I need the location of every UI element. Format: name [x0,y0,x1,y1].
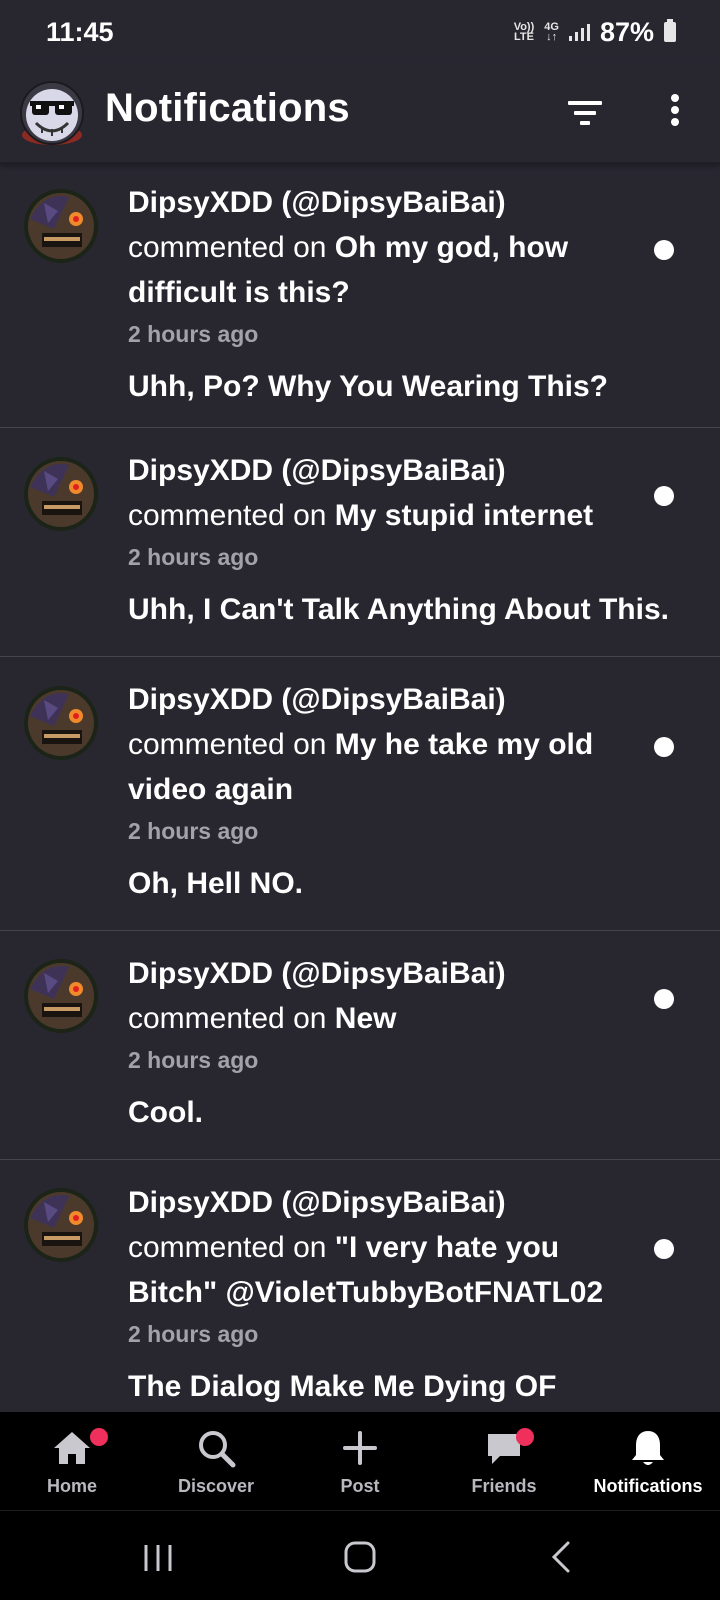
user-avatar[interactable] [24,686,98,760]
filter-icon[interactable] [566,94,606,134]
unread-indicator [654,989,674,1009]
battery-icon [664,19,676,42]
unread-indicator [654,486,674,506]
system-navigation-bar [0,1510,720,1600]
notification-content: DipsyXDD (@DipsyBaiBai) commented on New… [128,951,648,1133]
notification-timestamp: 2 hours ago [128,544,259,570]
notification-action: commented on [128,728,335,761]
bottom-nav: Home Discover Post Friends Notifications [0,1412,720,1510]
friends-badge [516,1428,534,1446]
notification-item[interactable]: DipsyXDD (@DipsyBaiBai) commented on New… [0,931,720,1160]
volte-indicator: Vo)) LTE [513,22,535,43]
nav-label-home: Home [46,1476,97,1496]
nav-label-friends: Friends [471,1476,537,1496]
user-avatar[interactable] [24,189,98,263]
notification-comment-text: Uhh, I Can't Talk Anything About This. [128,593,669,626]
nav-friends[interactable]: Friends [432,1412,576,1510]
notification-content: DipsyXDD (@DipsyBaiBai) commented on Oh … [128,180,648,407]
notification-timestamp: 2 hours ago [128,1047,259,1073]
search-icon [199,1431,236,1468]
notification-comment-text: Uhh, Po? Why You Wearing This? [128,370,608,403]
notification-username[interactable]: DipsyXDD (@DipsyBaiBai) [128,957,506,990]
volte-bottom: LTE [513,31,534,43]
notification-post-title[interactable]: New [335,1002,397,1035]
user-avatar[interactable] [24,457,98,531]
notification-action: commented on [128,1231,335,1264]
network-bottom: ↓↑ [546,31,558,43]
user-avatar[interactable] [24,1188,98,1262]
notification-item[interactable]: DipsyXDD (@DipsyBaiBai) commented on My … [0,428,720,657]
nav-discover[interactable]: Discover [144,1412,288,1510]
page-title: Notifications [105,86,350,130]
notification-username[interactable]: DipsyXDD (@DipsyBaiBai) [128,683,506,716]
notification-timestamp: 2 hours ago [128,818,259,844]
home-icon [54,1432,90,1464]
status-bar: 11:45 Vo)) LTE 4G ↓↑ 87% [0,0,720,64]
notification-post-title-cont[interactable]: difficult is this? [128,276,350,309]
app-logo-icon[interactable] [18,79,86,147]
nav-label-discover: Discover [177,1476,255,1496]
notification-username[interactable]: DipsyXDD (@DipsyBaiBai) [128,454,506,487]
status-time: 11:45 [46,16,114,47]
notification-post-title-cont[interactable]: Bitch" @VioletTubbyBotFNATL02 [128,1276,603,1309]
notification-item[interactable]: DipsyXDD (@DipsyBaiBai) commented on "I … [0,1160,720,1412]
unread-indicator [654,737,674,757]
bell-icon [632,1431,664,1465]
notification-item[interactable]: DipsyXDD (@DipsyBaiBai) commented on Oh … [0,164,720,428]
notification-post-title-cont[interactable]: video again [128,773,293,806]
signal-icon [568,23,590,41]
app-header: Notifications [0,64,720,164]
notification-comment-text: Cool. [128,1096,203,1129]
notification-comment-text: The Dialog Make Me Dying OF [128,1370,557,1403]
nav-label-post: Post [340,1476,380,1496]
notification-timestamp: 2 hours ago [128,1321,259,1347]
notification-list[interactable]: DipsyXDD (@DipsyBaiBai) commented on Oh … [0,164,720,1412]
notification-post-title[interactable]: "I very hate you [335,1231,559,1264]
notification-action: commented on [128,231,335,264]
status-icons: Vo)) LTE 4G ↓↑ 87% [514,17,676,48]
notification-action: commented on [128,1002,335,1035]
notification-comment-text: Oh, Hell NO. [128,867,304,900]
nav-notifications[interactable]: Notifications [576,1412,720,1510]
notification-content: DipsyXDD (@DipsyBaiBai) commented on "I … [128,1180,648,1407]
notification-content: DipsyXDD (@DipsyBaiBai) commented on My … [128,448,669,630]
network-type-indicator: 4G ↓↑ [544,22,559,43]
back-icon[interactable] [538,1533,586,1581]
plus-icon [343,1431,377,1465]
nav-home[interactable]: Home [0,1412,144,1510]
unread-indicator [654,1239,674,1259]
notification-post-title[interactable]: Oh my god, how [335,231,568,264]
notification-item[interactable]: DipsyXDD (@DipsyBaiBai) commented on My … [0,657,720,931]
notification-content: DipsyXDD (@DipsyBaiBai) commented on My … [128,677,648,904]
home-badge [90,1428,108,1446]
battery-percent: 87% [599,16,654,47]
nav-post[interactable]: Post [288,1412,432,1510]
notification-username[interactable]: DipsyXDD (@DipsyBaiBai) [128,186,506,219]
notification-post-title[interactable]: My he take my old [335,728,593,761]
notification-username[interactable]: DipsyXDD (@DipsyBaiBai) [128,1186,506,1219]
more-vertical-icon[interactable] [655,92,695,132]
unread-indicator [654,240,674,260]
nav-label-notifications: Notifications [593,1476,703,1496]
notification-timestamp: 2 hours ago [128,321,259,347]
user-avatar[interactable] [24,959,98,1033]
notification-action: commented on [128,499,335,532]
notification-post-title[interactable]: My stupid internet [335,499,593,532]
recent-apps-icon[interactable] [134,1533,182,1581]
home-system-icon[interactable] [336,1533,384,1581]
